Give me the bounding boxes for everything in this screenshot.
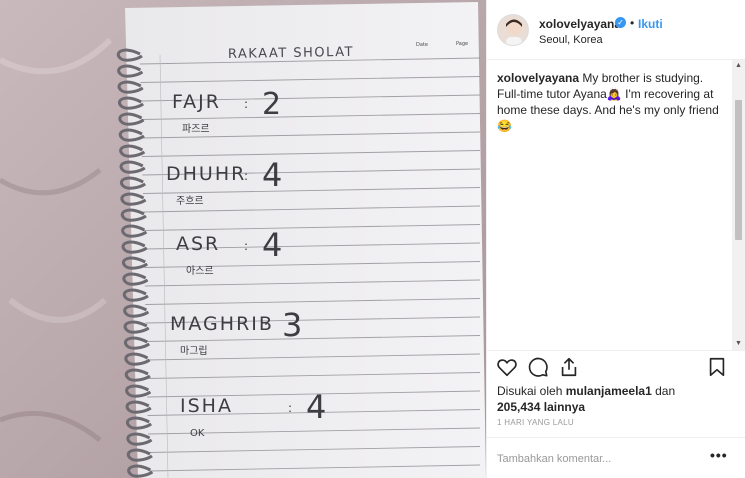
prayer-colon: : bbox=[244, 169, 248, 183]
follow-button[interactable]: Ikuti bbox=[638, 17, 663, 31]
rakaat-count: 2 bbox=[262, 87, 281, 122]
prayer-name: DHUHR bbox=[166, 163, 246, 185]
user-avatar[interactable] bbox=[497, 14, 529, 46]
prayer-name: ISHA bbox=[180, 395, 233, 417]
korean-note: 파즈르 bbox=[182, 123, 210, 135]
scroll-up-arrow-icon[interactable]: ▲ bbox=[732, 60, 745, 72]
comment-bar: ••• bbox=[487, 437, 745, 478]
heart-icon[interactable] bbox=[496, 356, 518, 378]
prayer-name: MAGHRIB bbox=[170, 313, 274, 335]
scrollbar-thumb[interactable] bbox=[735, 100, 742, 240]
header-separator: • bbox=[630, 16, 635, 30]
location-link[interactable]: Seoul, Korea bbox=[539, 34, 603, 46]
comments-scrollbar[interactable]: ▲ ▼ bbox=[732, 60, 745, 350]
prayer-colon: : bbox=[244, 239, 248, 253]
prayer-name: ASR bbox=[176, 233, 220, 255]
scroll-down-arrow-icon[interactable]: ▼ bbox=[732, 338, 745, 350]
others-count-link[interactable]: 205,434 bbox=[497, 400, 540, 414]
korean-note: 마그립 bbox=[180, 344, 208, 357]
others-suffix[interactable]: lainnya bbox=[544, 400, 585, 414]
post-photo[interactable]: RAKAAT SHOLAT Date Page FAJR:2 파즈르 DHUHR:4 주흐르… bbox=[0, 0, 486, 478]
post-caption: xolovelyayana My brother is studying. Fu… bbox=[497, 70, 729, 134]
notebook-title: RAKAAT SHOLAT bbox=[228, 45, 354, 62]
korean-note: 주흐르 bbox=[176, 195, 204, 207]
caption-username[interactable]: xolovelyayana bbox=[497, 71, 579, 85]
username-link[interactable]: xolovelyayana bbox=[539, 17, 621, 31]
rakaat-count: 4 bbox=[262, 226, 282, 264]
prayer-name: FAJR bbox=[172, 91, 221, 113]
korean-note: OK bbox=[190, 428, 205, 439]
korean-note: 아스르 bbox=[186, 265, 214, 277]
prayer-colon: : bbox=[288, 401, 292, 415]
prayer-colon: : bbox=[244, 97, 248, 111]
notebook-date-label: Date bbox=[416, 42, 428, 48]
post-timestamp[interactable]: 1 HARI YANG LALU bbox=[497, 418, 574, 427]
liked-by-user-link[interactable]: mulanjameela1 bbox=[566, 384, 652, 398]
post-sidebar: xolovelyayana ✓ • Ikuti Seoul, Korea xol… bbox=[486, 0, 745, 478]
rakaat-count: 4 bbox=[306, 388, 326, 426]
post-header: xolovelyayana ✓ • Ikuti Seoul, Korea bbox=[487, 0, 745, 60]
instagram-post: RAKAAT SHOLAT Date Page FAJR:2 파즈르 DHUHR:4 주흐르… bbox=[0, 0, 745, 478]
liked-by-prefix: Disukai oleh bbox=[497, 384, 563, 398]
verified-badge-icon: ✓ bbox=[615, 17, 626, 28]
bookmark-icon[interactable] bbox=[706, 356, 728, 378]
share-icon[interactable] bbox=[558, 356, 580, 378]
notebook-photo: RAKAAT SHOLAT Date PageFAJR:2파즈르DHUHR: 4주흐르… bbox=[0, 0, 486, 478]
comment-input[interactable] bbox=[497, 450, 697, 468]
comment-icon[interactable] bbox=[527, 356, 549, 378]
more-options-icon[interactable]: ••• bbox=[710, 447, 728, 463]
post-actions: Disukai oleh mulanjameela1 dan 205,434 l… bbox=[487, 350, 745, 478]
notebook-page-label: Page bbox=[456, 41, 468, 47]
rakaat-count: 4 bbox=[262, 156, 282, 194]
rakaat-count: 3 bbox=[282, 306, 302, 344]
prayer-colon: : bbox=[264, 319, 268, 333]
likes-summary: Disukai oleh mulanjameela1 dan 205,434 l… bbox=[497, 383, 732, 415]
liked-by-and: dan bbox=[655, 384, 676, 398]
